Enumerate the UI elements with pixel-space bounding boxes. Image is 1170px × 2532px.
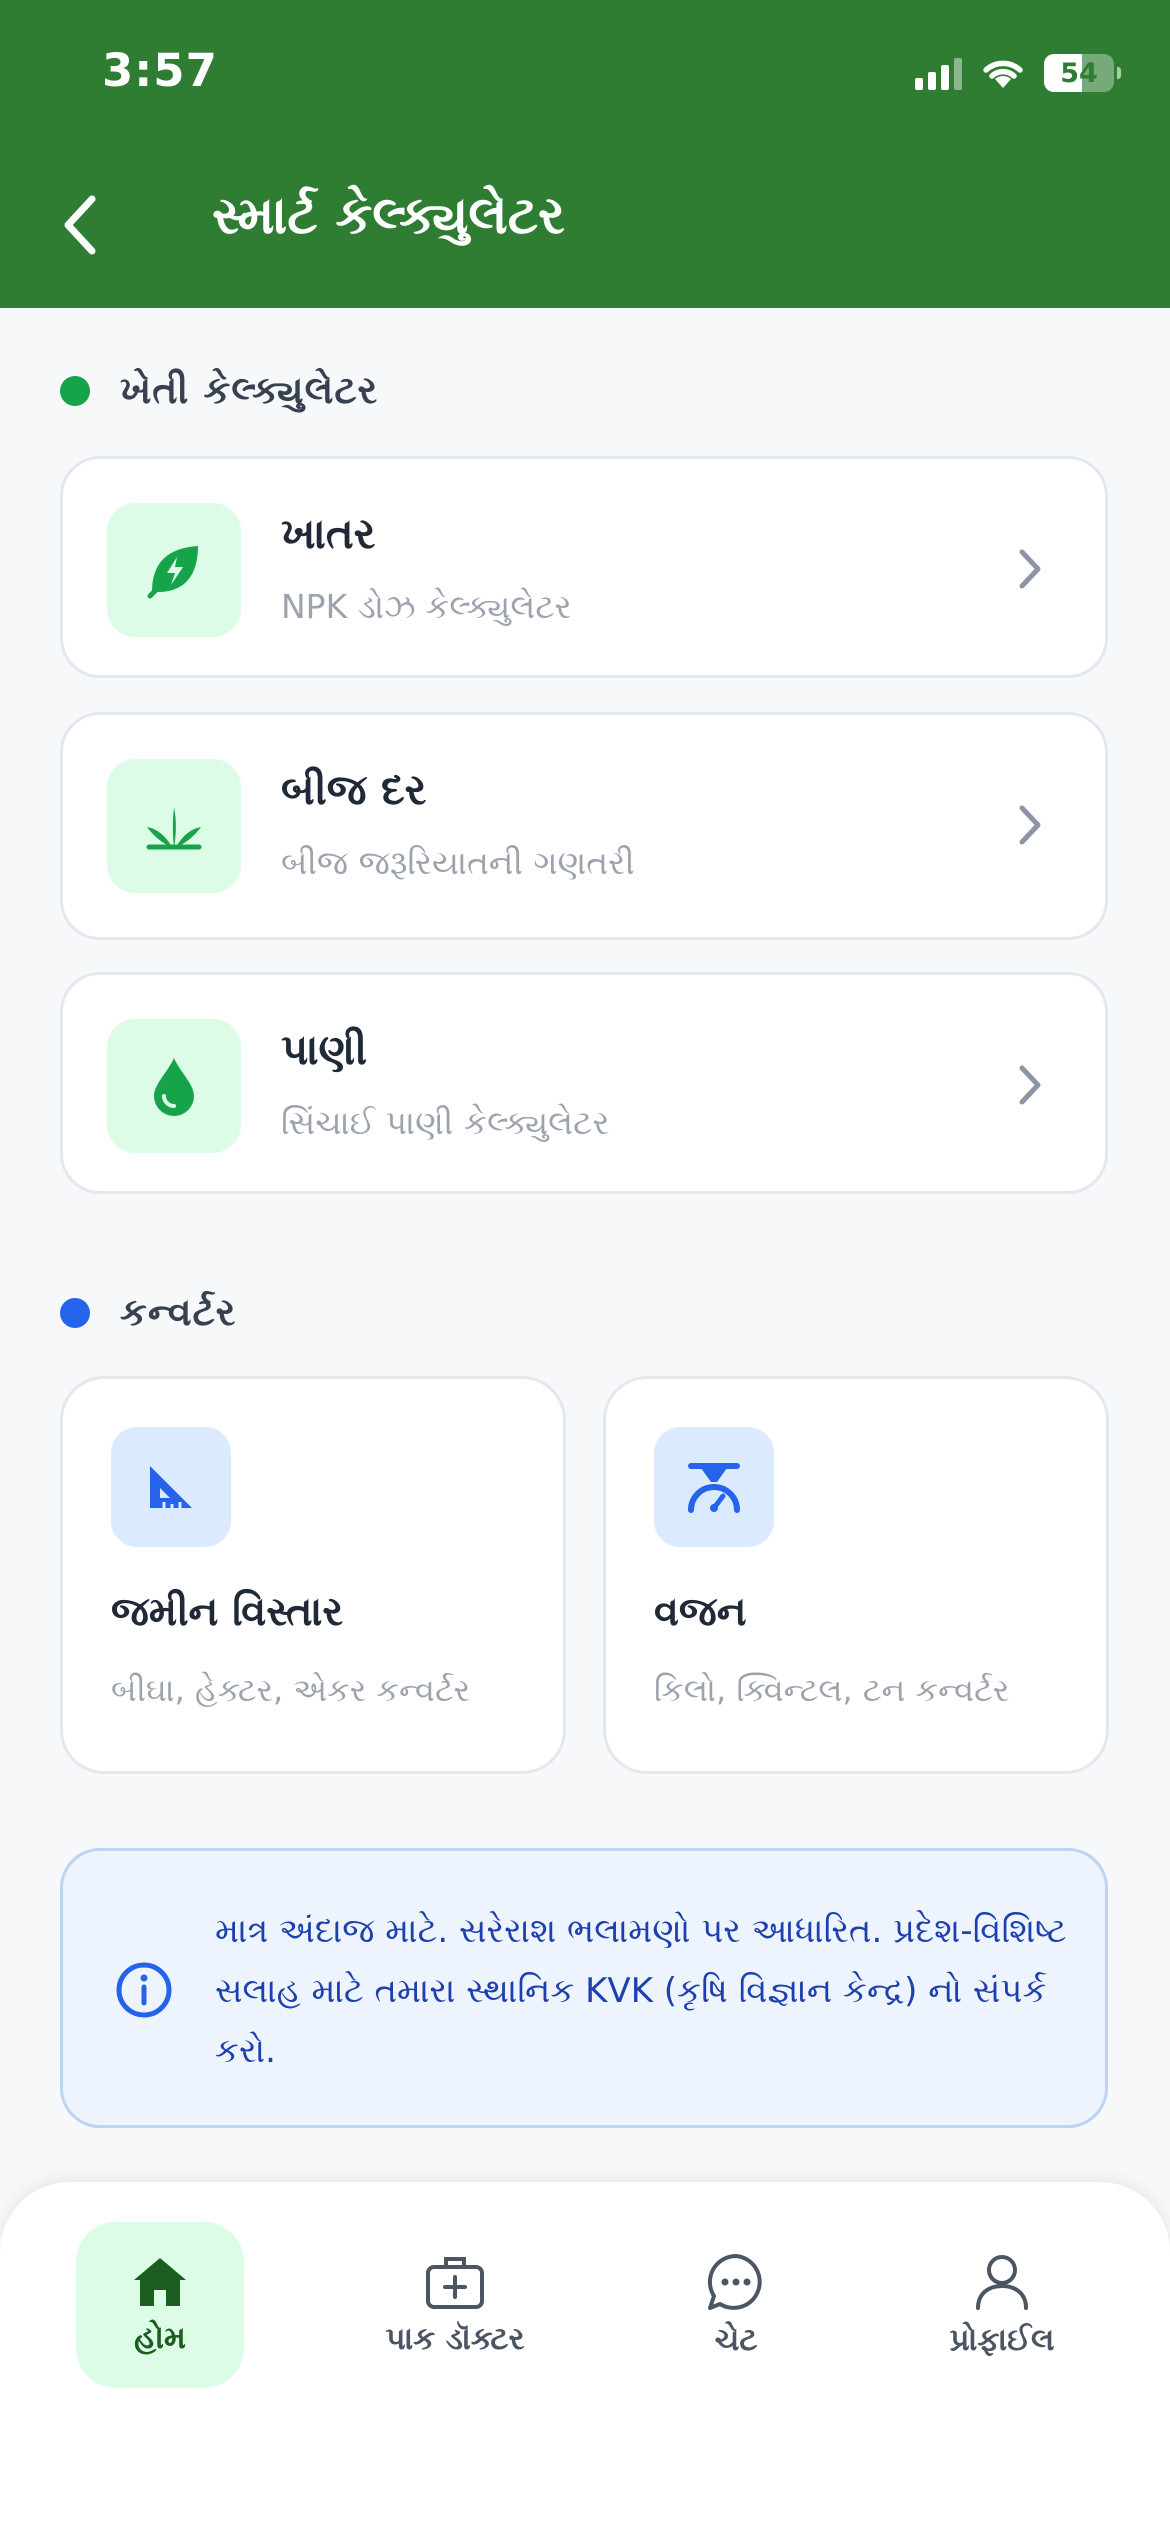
- tab-home[interactable]: હોમ: [76, 2222, 244, 2388]
- card-title: બીજ દર: [281, 765, 427, 814]
- section-title: ખેતી કેલ્ક્યુલેટર: [120, 368, 379, 412]
- status-icons: 54: [915, 50, 1121, 96]
- tile-subtitle: બીઘા, હેક્ટર, એકર કન્વર્ટર: [111, 1671, 471, 1709]
- section-title: કન્વર્ટર: [120, 1290, 237, 1334]
- card-title: પાણી: [281, 1025, 368, 1074]
- page-title: સ્માર્ટ કેલ્ક્યુલેટર: [212, 186, 565, 246]
- home-icon: [134, 2257, 186, 2306]
- seed-rate-card[interactable]: બીજ દર બીજ જરૂરિયાતની ગણતરી: [60, 712, 1108, 940]
- tile-subtitle: કિલો, ક્વિન્ટલ, ટન કન્વર્ટર: [654, 1671, 1010, 1709]
- weight-tile[interactable]: વજન કિલો, ક્વિન્ટલ, ટન કન્વર્ટર: [603, 1376, 1109, 1774]
- tab-label: પ્રોફાઈલ: [949, 2321, 1055, 2358]
- section-dot: [60, 375, 90, 406]
- chevron-right-icon: [1019, 805, 1041, 845]
- battery-indicator: 54: [1044, 54, 1121, 92]
- card-title: ખાતર: [281, 509, 376, 558]
- tab-label: હોમ: [134, 2319, 186, 2356]
- set-square-icon: [111, 1427, 231, 1547]
- cellular-signal-icon: [915, 56, 962, 90]
- chat-bubble-icon: [707, 2253, 762, 2310]
- medical-kit-icon: [426, 2256, 484, 2309]
- land-area-tile[interactable]: જમીન વિસ્તાર બીઘા, હેક્ટર, એકર કન્વર્ટર: [60, 1376, 566, 1774]
- bottom-tab-bar: હોમ પાક ડૉક્ટર ચેટ પ્રોફાઈલ: [0, 2182, 1170, 2532]
- battery-percent: 54: [1060, 57, 1098, 89]
- tab-crop-doctor[interactable]: પાક ડૉક્ટર: [360, 2222, 550, 2388]
- section-dot: [60, 1297, 90, 1328]
- card-subtitle: બીજ જરૂરિયાતની ગણતરી: [281, 843, 635, 882]
- tab-label: પાક ડૉક્ટર: [385, 2320, 525, 2357]
- back-button[interactable]: [60, 190, 110, 260]
- water-drop-icon: [107, 1019, 241, 1153]
- wifi-icon: [983, 60, 1023, 88]
- user-icon: [976, 2254, 1028, 2310]
- tab-label: ચેટ: [714, 2321, 758, 2358]
- tile-title: જમીન વિસ્તાર: [111, 1589, 344, 1635]
- chevron-right-icon: [1019, 1065, 1041, 1105]
- card-subtitle: સિંચાઈ પાણી કેલ્ક્યુલેટર: [281, 1103, 610, 1142]
- chevron-left-icon: [64, 195, 96, 255]
- farm-section-header: ખેતી કેલ્ક્યુલેટર: [60, 368, 378, 413]
- weight-scale-icon: [654, 1427, 774, 1547]
- chevron-right-icon: [1019, 549, 1041, 589]
- info-notice: માત્ર અંદાજ માટે. સરેરાશ ભલામણો પર આધારિ…: [60, 1848, 1108, 2128]
- app-bar: 3:57 54 સ્માર્ટ કેલ્ક્યુલેટર: [0, 0, 1170, 308]
- converter-section-header: કન્વર્ટર: [60, 1290, 236, 1335]
- sprout-icon: [107, 759, 241, 893]
- leaf-bolt-icon: [107, 503, 241, 637]
- water-card[interactable]: પાણી સિંચાઈ પાણી કેલ્ક્યુલેટર: [60, 972, 1108, 1194]
- fertilizer-card[interactable]: ખાતર NPK ડોઝ કેલ્ક્યુલેટર: [60, 456, 1108, 678]
- card-subtitle: NPK ડોઝ કેલ્ક્યુલેટર: [281, 587, 572, 626]
- status-time: 3:57: [102, 44, 218, 97]
- tab-profile[interactable]: પ્રોફાઈલ: [922, 2222, 1082, 2388]
- notice-text: માત્ર અંદાજ માટે. સરેરાશ ભલામણો પર આધારિ…: [215, 1911, 1067, 2071]
- tab-chat[interactable]: ચેટ: [676, 2222, 796, 2388]
- info-icon: [116, 1962, 172, 2018]
- tile-title: વજન: [654, 1589, 747, 1635]
